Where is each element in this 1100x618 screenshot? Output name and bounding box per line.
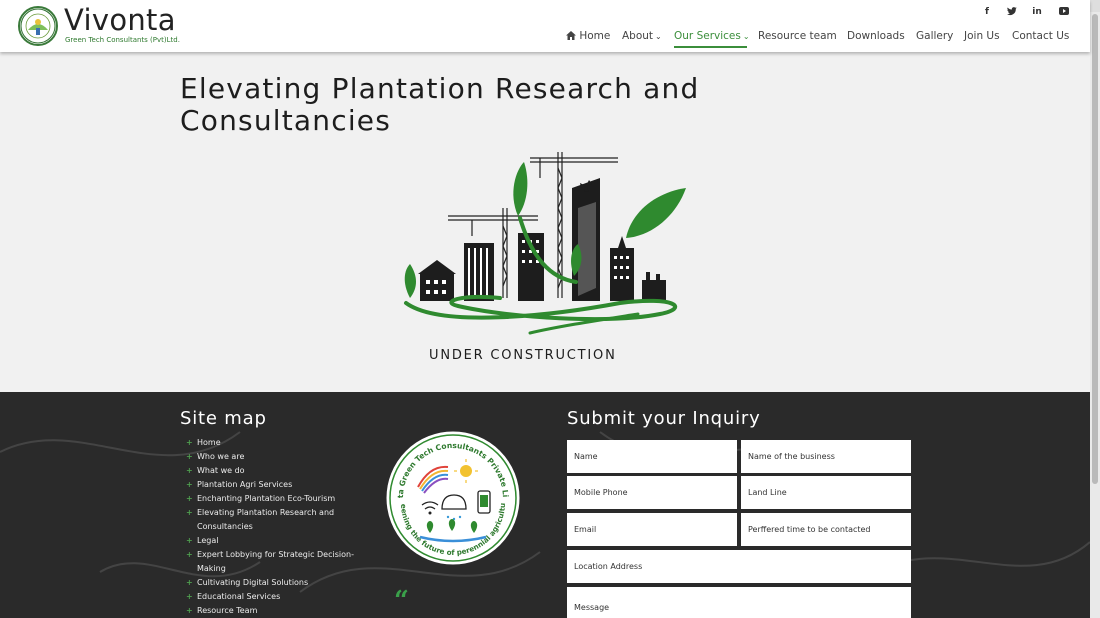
sitemap-link[interactable]: What we do xyxy=(186,464,376,478)
sitemap-link[interactable]: Legal xyxy=(186,534,376,548)
inquiry-heading: Submit your Inquiry xyxy=(567,408,761,429)
landline-field[interactable] xyxy=(741,476,911,509)
sitemap-link[interactable]: Cultivating Digital Solutions xyxy=(186,576,376,590)
email-field[interactable] xyxy=(567,513,737,546)
nav-services-label: Our Services xyxy=(674,30,741,42)
chevron-down-icon: ⌄ xyxy=(742,32,750,41)
nav-services[interactable]: Our Services ⌄ xyxy=(674,30,750,42)
site-header: Vivonta Green Tech Consultants (Pvt)Ltd.… xyxy=(0,0,1090,52)
sitemap-link[interactable]: Home xyxy=(186,436,376,450)
site-footer: Site map Home Who we are What we do Plan… xyxy=(0,392,1090,618)
business-name-field[interactable] xyxy=(741,440,911,473)
page-title: Elevating Plantation Research and Consul… xyxy=(180,72,700,137)
sitemap-link[interactable]: Who we are xyxy=(186,450,376,464)
linkedin-icon[interactable]: in xyxy=(1030,7,1044,17)
sitemap-list: Home Who we are What we do Plantation Ag… xyxy=(186,436,376,618)
sitemap-link[interactable]: Plantation Agri Services xyxy=(186,478,376,492)
scroll-up-arrow-icon[interactable] xyxy=(1090,0,1100,12)
message-field[interactable] xyxy=(567,587,911,618)
page-scrollbar[interactable] xyxy=(1090,0,1100,618)
under-construction-label: UNDER CONSTRUCTION xyxy=(429,348,617,363)
sitemap-link[interactable]: Resource Team xyxy=(186,604,376,618)
youtube-icon[interactable] xyxy=(1057,7,1071,18)
active-nav-indicator xyxy=(674,46,747,48)
location-address-field[interactable] xyxy=(567,550,911,583)
nav-resource-team[interactable]: Resource team xyxy=(758,30,837,42)
company-seal-logo: Vivonta Green Tech Consultants Private L… xyxy=(380,422,522,567)
sitemap-heading: Site map xyxy=(180,408,267,429)
facebook-icon[interactable]: f xyxy=(980,7,994,17)
social-links: f in xyxy=(0,7,1090,19)
footer-leaf-pattern xyxy=(0,431,1090,593)
nav-about[interactable]: About ⌄ xyxy=(622,30,662,42)
twitter-icon[interactable] xyxy=(1005,7,1019,19)
chevron-down-icon: ⌄ xyxy=(655,32,662,41)
name-field[interactable] xyxy=(567,440,737,473)
home-icon xyxy=(566,30,579,42)
sitemap-link[interactable]: Educational Services xyxy=(186,590,376,604)
sitemap-link[interactable]: Enchanting Plantation Eco-Tourism xyxy=(186,492,376,506)
nav-about-label: About xyxy=(622,30,654,42)
mobile-phone-field[interactable] xyxy=(567,476,737,509)
main-nav: Home About ⌄ Our Services ⌄ Resource team … xyxy=(0,30,1090,52)
nav-home-label: Home xyxy=(579,30,611,42)
sitemap-link[interactable]: Expert Lobbying for Strategic Decision-M… xyxy=(186,548,376,576)
nav-contact-us[interactable]: Contact Us xyxy=(1012,30,1069,42)
sitemap-link[interactable]: Elevating Plantation Research and Consul… xyxy=(186,506,376,534)
nav-join-us[interactable]: Join Us xyxy=(964,30,1000,42)
preferred-time-field[interactable] xyxy=(741,513,911,546)
construction-illustration xyxy=(400,148,690,343)
nav-gallery[interactable]: Gallery xyxy=(916,30,953,42)
nav-home[interactable]: Home xyxy=(566,30,610,42)
nav-downloads[interactable]: Downloads xyxy=(847,30,905,42)
quote-icon: “ xyxy=(394,586,409,616)
scrollbar-thumb[interactable] xyxy=(1092,14,1098,484)
